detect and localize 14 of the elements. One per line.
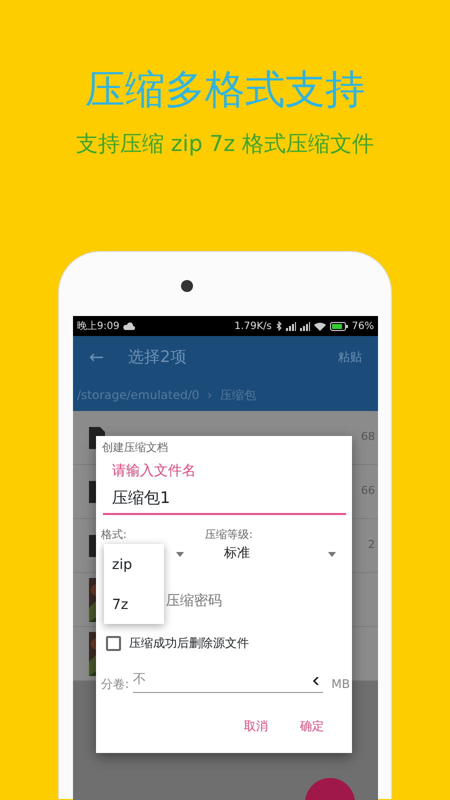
network-speed-text: 1.79K/s xyxy=(234,320,272,334)
format-label: 格式: xyxy=(101,526,128,542)
dialog-title: 创建压缩文档 xyxy=(101,440,169,456)
level-label: 压缩等级: xyxy=(205,526,253,542)
battery-text: 76% xyxy=(352,320,374,334)
app-bar-title: 选择2项 xyxy=(128,346,186,368)
time-text: 晚上9:09 xyxy=(77,320,120,334)
field-label: 请输入文件名 xyxy=(111,462,197,480)
split-label: 分卷: xyxy=(101,676,130,692)
checkbox-label: 压缩成功后删除源文件 xyxy=(129,635,249,652)
promo-subtitle: 支持压缩 zip 7z 格式压缩文件 xyxy=(74,131,376,159)
unit-text: MB xyxy=(331,676,351,692)
promo-title: 压缩多格式支持 xyxy=(84,66,366,110)
separator-icon: › xyxy=(207,386,212,404)
